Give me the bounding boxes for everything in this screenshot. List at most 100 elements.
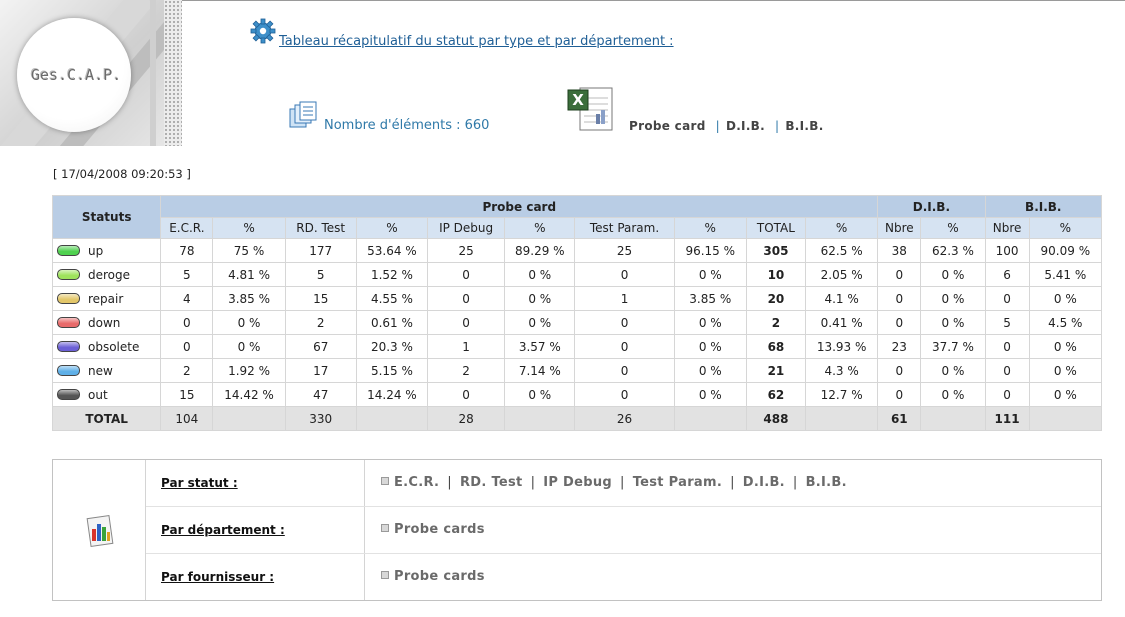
excel-export-icon[interactable]: X <box>567 86 615 132</box>
status-label: new <box>88 363 113 378</box>
status-cell: new <box>51 358 162 383</box>
group-header-probe-card: Probe card <box>160 195 879 218</box>
table-cell: 0 % <box>504 382 576 407</box>
total-cell: 330 <box>284 406 357 431</box>
table-cell: 0 % <box>673 310 747 335</box>
status-label: obsolete <box>88 339 140 354</box>
status-label: up <box>88 243 104 258</box>
nav-row-links: Probe cards <box>381 522 485 537</box>
table-cell: 6 <box>984 262 1030 287</box>
table-cell: 0 <box>426 382 506 407</box>
export-link-dib[interactable]: D.I.B. <box>726 119 765 133</box>
status-color-icon <box>57 316 80 328</box>
status-color-icon <box>57 292 80 304</box>
table-cell: 14.24 % <box>355 382 429 407</box>
table-cell: 0 % <box>1028 382 1103 407</box>
documents-icon <box>289 101 317 128</box>
nav-row-label: Par fournisseur : <box>161 570 275 584</box>
table-cell: 0 <box>574 310 675 335</box>
total-cell <box>1028 406 1103 431</box>
nav-link[interactable]: Probe cards <box>394 522 485 537</box>
export-link-bib[interactable]: B.I.B. <box>785 119 823 133</box>
table-cell: 0 <box>877 358 922 383</box>
nav-link[interactable]: B.I.B. <box>806 475 847 490</box>
status-label: down <box>88 315 121 330</box>
table-cell: 0.41 % <box>804 310 879 335</box>
table-cell: 2 <box>426 358 506 383</box>
table-cell: 0 <box>984 382 1030 407</box>
table-cell: 0 <box>574 262 675 287</box>
table-row: obsolete 0 0 % 67 20.3 % 1 3.57 % 0 0 % 68 13.93 %… <box>51 334 1103 359</box>
status-cell: obsolete <box>51 334 162 359</box>
status-color-icon <box>57 364 80 376</box>
table-cell: 5 <box>984 310 1030 335</box>
nav-link[interactable]: RD. Test <box>460 475 523 490</box>
report-chart-icon <box>86 515 114 547</box>
table-cell: 14.42 % <box>212 382 286 407</box>
svg-text:X: X <box>572 91 584 109</box>
table-cell: 53.64 % <box>355 238 429 263</box>
status-cell: up <box>51 238 162 263</box>
total-cell: 111 <box>984 406 1030 431</box>
total-row: TOTAL 104 330 28 26 488 61 111 <box>51 406 1103 431</box>
table-cell: 0 <box>984 286 1030 311</box>
nav-link[interactable]: IP Debug <box>543 475 612 490</box>
column-header: RD. Test <box>284 217 357 239</box>
table-cell: 89.29 % <box>504 238 576 263</box>
table-cell: 13.93 % <box>804 334 879 359</box>
table-cell: 20 <box>745 286 807 311</box>
report-navigation-box: Par statut : E.C.R. | RD. Test | IP Debug | Tes… <box>52 459 1102 601</box>
table-cell: 0 <box>877 262 922 287</box>
column-header: TOTAL <box>745 217 807 239</box>
table-cell: 17 <box>284 358 357 383</box>
table-cell: 7.14 % <box>504 358 576 383</box>
table-cell: 2 <box>160 358 214 383</box>
table-cell: 75 % <box>212 238 286 263</box>
nav-link[interactable]: E.C.R. <box>394 475 439 490</box>
total-cell <box>355 406 429 431</box>
element-count: Nombre d'éléments : 660 <box>324 118 490 133</box>
table-cell: 1.52 % <box>355 262 429 287</box>
table-cell: 0 % <box>1028 334 1103 359</box>
top-border-line <box>180 0 1125 1</box>
table-cell: 90.09 % <box>1028 238 1103 263</box>
table-cell: 21 <box>745 358 807 383</box>
table-cell: 20.3 % <box>355 334 429 359</box>
table-cell: 12.7 % <box>804 382 879 407</box>
link-separator: | <box>620 475 625 490</box>
nav-link[interactable]: Test Param. <box>633 475 722 490</box>
status-color-icon <box>57 388 80 400</box>
table-cell: 2 <box>284 310 357 335</box>
total-cell: 488 <box>745 406 807 431</box>
nav-link[interactable]: D.I.B. <box>743 475 785 490</box>
total-label: TOTAL <box>51 406 162 431</box>
column-header: % <box>212 217 286 239</box>
table-row: new 2 1.92 % 17 5.15 % 2 7.14 % 0 0 % 21 4.3 % 0 0 %… <box>51 358 1103 383</box>
group-header-dib: D.I.B. <box>877 195 986 218</box>
status-cell: deroge <box>51 262 162 287</box>
table-cell: 23 <box>877 334 922 359</box>
nav-link[interactable]: Probe cards <box>394 569 485 584</box>
table-cell: 0 <box>877 310 922 335</box>
export-link-probe-card[interactable]: Probe card <box>629 119 706 133</box>
table-cell: 0 <box>574 334 675 359</box>
table-cell: 5 <box>284 262 357 287</box>
nav-row-links: Probe cards <box>381 569 485 584</box>
summary-title-link[interactable]: Tableau récapitulatif du statut par type… <box>279 34 674 49</box>
column-header: % <box>920 217 986 239</box>
total-cell <box>504 406 576 431</box>
table-cell: 0 % <box>504 262 576 287</box>
link-separator: | <box>447 475 452 490</box>
status-color-icon <box>57 340 80 352</box>
table-cell: 5 <box>160 262 214 287</box>
table-cell: 4.3 % <box>804 358 879 383</box>
table-cell: 305 <box>745 238 807 263</box>
nav-row-label: Par statut : <box>161 476 238 490</box>
column-header: % <box>504 217 576 239</box>
table-cell: 0 % <box>920 286 986 311</box>
column-header: Nbre <box>984 217 1030 239</box>
table-cell: 78 <box>160 238 214 263</box>
table-cell: 4.81 % <box>212 262 286 287</box>
link-separator: | <box>730 475 735 490</box>
table-cell: 2.05 % <box>804 262 879 287</box>
